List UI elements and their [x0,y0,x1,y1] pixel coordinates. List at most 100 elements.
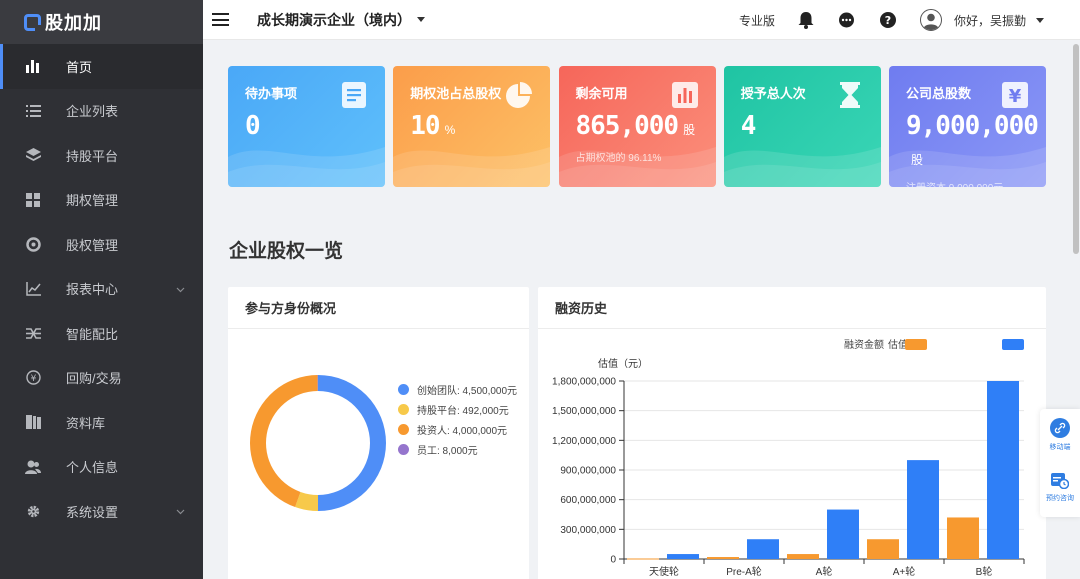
legend-dot [398,443,409,455]
book-icon [25,414,41,430]
bar-funding-2[interactable] [787,554,819,559]
y-tick-label: 300,000,000 [560,525,616,536]
x-tick-label: B轮 [976,565,993,578]
pie-icon [506,82,533,108]
sidebar-item-label: 智能配比 [66,326,119,342]
card-value: 0 [245,111,261,141]
x-tick-label: 天使轮 [649,565,679,578]
legend-item[interactable]: 持股平台: 492,000元 [398,399,517,419]
grid-icon [25,192,41,208]
sidebar-item-home[interactable]: 首页 [0,44,203,89]
sidebar-item-label: 持股平台 [66,148,119,164]
card-value: 10% [410,111,456,141]
card-total-shares[interactable]: 公司总股数 9,000,000股 注册资本 9,000,000元 ¥ [889,66,1046,187]
bar-valuation-1[interactable] [747,539,779,559]
financing-panel: 融资历史 融资金额 估值 估值（元） 0 300,000,000 600,000,000 9… [538,287,1046,579]
sidebar-item-label: 系统设置 [66,504,119,520]
chat-icon[interactable] [838,11,856,29]
x-tick-label: A+轮 [893,565,916,578]
bar-chart-icon [671,82,698,108]
legend-item[interactable]: 投资人: 4,000,000元 [398,419,517,439]
consult-label: 预约咨询 [1046,495,1074,502]
chevron-down-icon [176,503,185,518]
sidebar-item-buyback-trade[interactable]: ¥ 回购/交易 [0,356,203,401]
mobile-label: 移动端 [1049,444,1071,451]
bar-funding-0[interactable] [627,558,659,560]
bar-funding-3[interactable] [867,539,899,559]
sidebar-item-report-center[interactable]: 报表中心 [0,267,203,312]
bar-valuation-2[interactable] [827,509,859,559]
card-remaining[interactable]: 剩余可用 865,000 股 占期权池的 96.11% [558,66,716,187]
participants-donut-chart [249,375,386,511]
logo-text: 股加加 [45,13,102,33]
avatar[interactable] [919,9,942,31]
gear-icon [25,503,41,519]
aperture-icon [25,236,41,252]
sidebar-item-smart-ratio[interactable]: 智能配比 [0,311,203,356]
legend-label: 融资金额 [844,338,884,351]
card-todo[interactable]: 待办事项 0 [228,66,385,187]
bar-chart-icon [25,58,41,74]
y-tick-label: 600,000,000 [560,495,616,506]
x-tick-label: Pre-A轮 [726,565,762,578]
stat-cards: 待办事项 0 期权池占总股权 10% 剩余可用 865,000 股 占期权池的 9… [228,66,1046,187]
header-right: 专业版 ? 你好，吴振勤 [739,0,1080,40]
legend-swatch[interactable] [905,339,927,350]
card-option-pool[interactable]: 期权池占总股权 10% [393,66,551,187]
link-icon [1050,418,1070,438]
participants-panel: 参与方身份概况 创始团队: 4,500,000元 持股平台: 492,000元 … [228,287,529,579]
sidebar-item-system-settings[interactable]: 系统设置 [0,489,203,534]
sidebar-item-label: 报表中心 [66,282,119,298]
caret-down-icon[interactable] [1036,17,1044,23]
logo[interactable]: 股加加 [0,0,203,44]
y-tick-label: 1,200,000,000 [552,436,616,447]
svg-text:?: ? [885,14,891,27]
bar-valuation-4[interactable] [987,381,1019,559]
legend-item[interactable]: 创始团队: 4,500,000元 [398,379,517,399]
financing-bar-chart: 融资金额 估值估值（元）0300,000,000600,000,000900,00… [552,338,1025,578]
y-tick-label: 900,000,000 [560,466,616,477]
sidebar-item-company-list[interactable]: 企业列表 [0,89,203,134]
sidebar-item-holding-platform[interactable]: 持股平台 [0,133,203,178]
bar-valuation-0[interactable] [667,554,699,559]
legend-item[interactable]: 员工: 8,000元 [398,439,517,459]
caret-down-icon[interactable] [417,17,425,22]
sidebar-item-personal-info[interactable]: 个人信息 [0,445,203,490]
sidebar-item-label: 企业列表 [66,104,119,120]
y-tick-label: 1,800,000,000 [552,377,616,388]
chevron-down-icon [176,281,185,296]
users-icon [25,459,41,475]
scrollbar-thumb[interactable] [1073,44,1079,254]
page-scrollbar[interactable] [1072,40,1080,579]
svg-text:¥: ¥ [1009,86,1022,107]
legend-swatch[interactable] [1002,339,1024,350]
card-grant-count[interactable]: 授予总人次 4 [723,66,881,187]
help-icon[interactable]: ? [879,11,897,29]
card-value: 865,000 股 [575,111,696,141]
sidebar-item-equity-management[interactable]: 股权管理 [0,222,203,267]
card-subtitle: 注册资本 9,000,000元 [906,179,1046,187]
sidebar-item-label: 股权管理 [66,237,119,253]
sidebar-item-option-management[interactable]: 期权管理 [0,178,203,223]
sidebar-item-label: 个人信息 [66,460,119,476]
svg-text:¥: ¥ [30,374,36,384]
bar-valuation-3[interactable] [907,460,939,559]
pie-slice-2[interactable] [249,375,318,508]
menu-toggle-icon[interactable] [212,13,229,26]
calendar-clock-icon [1051,473,1069,489]
legend-dot [398,403,409,415]
bell-icon[interactable] [797,11,815,29]
card-subtitle: 占期权池的 96.11% [575,153,662,164]
panel-title: 融资历史 [538,287,1046,329]
user-greeting[interactable]: 你好，吴振勤 [954,12,1026,29]
sidebar-item-label: 期权管理 [66,193,119,209]
panel-title: 参与方身份概况 [228,287,529,329]
bar-funding-4[interactable] [947,517,979,559]
section-title: 企业股权一览 [229,241,344,262]
sidebar-item-label: 首页 [66,59,93,75]
company-selector[interactable]: 成长期演示企业（境内） [257,10,411,30]
sidebar-item-label: 回购/交易 [66,371,122,387]
sidebar-item-library[interactable]: 资料库 [0,400,203,445]
bar-funding-1[interactable] [707,557,739,559]
pie-slice-0[interactable] [318,375,386,511]
